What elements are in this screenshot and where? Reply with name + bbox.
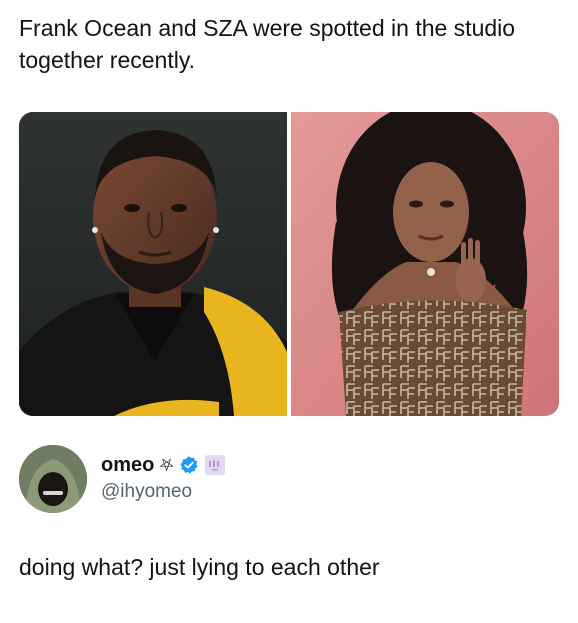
- verified-badge-icon[interactable]: [179, 455, 199, 475]
- photo-right[interactable]: [291, 112, 559, 416]
- affiliate-badge-icon[interactable]: [204, 454, 226, 476]
- post-text: Frank Ocean and SZA were spotted in the …: [19, 15, 516, 73]
- avatar[interactable]: [19, 445, 87, 513]
- avatar-image: [19, 445, 87, 513]
- photo-left[interactable]: [19, 112, 287, 416]
- media-grid[interactable]: [19, 112, 559, 416]
- man-portrait-image: [19, 112, 287, 416]
- pentagram-icon: ⛧: [159, 455, 174, 475]
- reply-author[interactable]: omeo ⛧ @ihyomeo: [19, 445, 559, 515]
- handle[interactable]: @ihyomeo: [101, 481, 192, 503]
- display-name[interactable]: omeo: [101, 454, 154, 477]
- name-row: omeo ⛧: [101, 451, 226, 479]
- reply-text: doing what? just lying to each other: [19, 554, 380, 580]
- woman-portrait-image: [291, 112, 559, 416]
